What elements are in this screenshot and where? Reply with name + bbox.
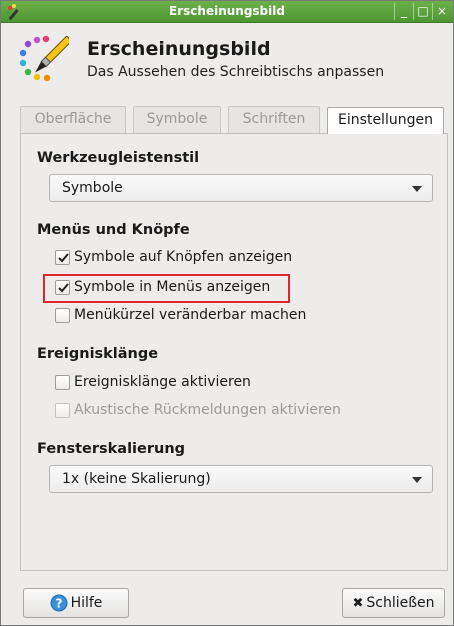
dialog-header: Erscheinungsbild Das Aussehen des Schrei… — [1, 24, 453, 94]
close-window-button[interactable]: × — [432, 3, 451, 20]
section-toolbar-style: Werkzeugleistenstil — [37, 150, 200, 166]
checkbox-label: Symbole in Menüs anzeigen — [74, 279, 271, 295]
close-button[interactable]: ✖ Schließen — [342, 588, 445, 618]
checkbox-checked-icon — [55, 249, 70, 265]
checkbox-event-sounds[interactable]: Ereignisklänge aktivieren — [55, 372, 251, 392]
tab-oberflaeche[interactable]: Oberfläche — [20, 106, 126, 133]
help-icon: ? — [50, 594, 68, 612]
section-menus-buttons: Menüs und Knöpfe — [37, 222, 190, 238]
help-button[interactable]: ? Hilfe — [23, 588, 129, 618]
tab-schriften[interactable]: Schriften — [228, 106, 320, 133]
header-title: Erscheinungsbild — [87, 38, 271, 60]
palette-brush-icon — [19, 35, 69, 82]
window-title: Erscheinungsbild — [169, 4, 285, 18]
checkbox-label: Ereignisklänge aktivieren — [74, 374, 251, 390]
checkbox-input-feedback-sounds: Akustische Rückmeldungen aktivieren — [55, 400, 341, 420]
help-button-label: Hilfe — [70, 595, 103, 611]
tab-symbole[interactable]: Symbole — [133, 106, 221, 133]
window-scaling-value: 1x (keine Skalierung) — [62, 471, 211, 487]
toolbar-style-combo[interactable]: Symbole — [49, 174, 433, 202]
chevron-down-icon — [412, 477, 422, 483]
tab-bar: Oberfläche Symbole Schriften Einstellung… — [20, 99, 448, 134]
appearance-window: Erscheinungsbild _ □ × Erscheinungsbild … — [0, 0, 454, 626]
toolbar-style-value: Symbole — [62, 180, 123, 196]
window-scaling-combo[interactable]: 1x (keine Skalierung) — [49, 465, 433, 493]
checkbox-label: Symbole auf Knöpfen anzeigen — [74, 249, 293, 265]
tab-einstellungen[interactable]: Einstellungen — [327, 107, 444, 134]
checkbox-unchecked-icon — [55, 402, 70, 418]
close-button-label: Schließen — [366, 595, 435, 611]
header-subtitle: Das Aussehen des Schreibtischs anpassen — [87, 64, 385, 80]
section-window-scaling: Fensterskalierung — [37, 441, 186, 457]
chevron-down-icon — [412, 186, 422, 192]
checkbox-checked-icon — [55, 279, 70, 295]
checkbox-label: Akustische Rückmeldungen aktivieren — [74, 402, 341, 418]
close-icon: ✖ — [352, 595, 364, 611]
minimize-button[interactable]: _ — [394, 3, 413, 20]
checkbox-button-icons[interactable]: Symbole auf Knöpfen anzeigen — [55, 247, 292, 267]
checkbox-label: Menükürzel veränderbar machen — [74, 307, 307, 323]
maximize-button[interactable]: □ — [413, 3, 432, 20]
title-bar[interactable]: Erscheinungsbild _ □ × — [1, 1, 453, 23]
checkbox-unchecked-icon — [55, 374, 70, 390]
checkbox-unchecked-icon — [55, 307, 70, 323]
section-event-sounds: Ereignisklänge — [37, 346, 159, 362]
svg-text:?: ? — [55, 597, 62, 611]
settings-notebook: Oberfläche Symbole Schriften Einstellung… — [20, 99, 448, 571]
checkbox-menu-icons[interactable]: Symbole in Menüs anzeigen — [55, 277, 270, 297]
checkbox-editable-accels[interactable]: Menükürzel veränderbar machen — [55, 305, 306, 325]
